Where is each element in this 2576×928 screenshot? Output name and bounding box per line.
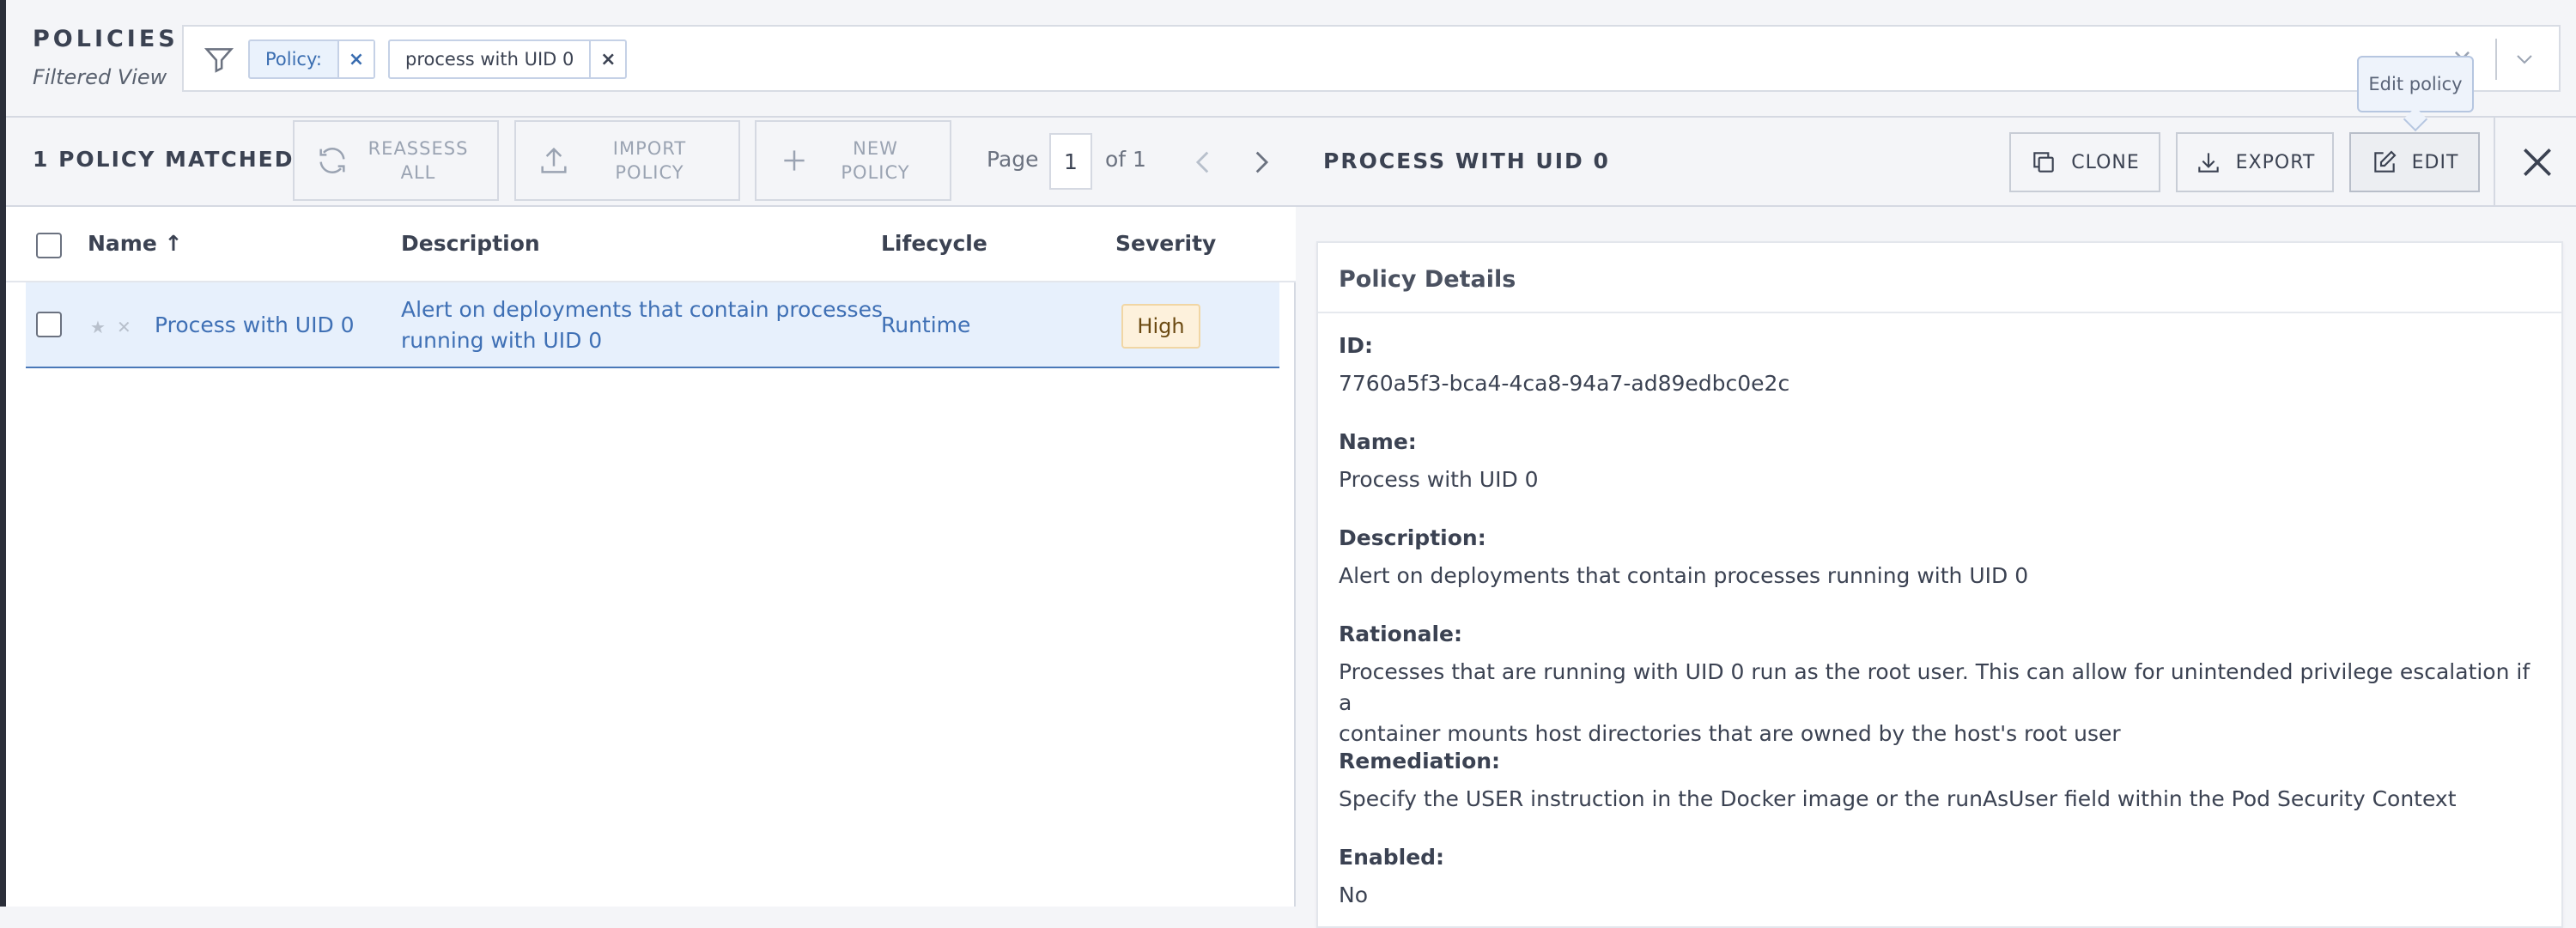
search-divider xyxy=(2495,39,2497,80)
download-icon xyxy=(2197,153,2219,173)
plus-icon xyxy=(784,150,805,171)
row-checkbox[interactable] xyxy=(36,312,62,337)
field-value: Processes that are running with UID 0 ru… xyxy=(1339,657,2541,749)
import-policy-button[interactable]: IMPORT POLICY xyxy=(514,120,740,201)
column-header-name[interactable]: Name ↑ xyxy=(88,231,182,256)
field-value: 7760a5f3-bca4-4ca8-94a7-ad89edbc0e2c xyxy=(1339,371,1790,396)
field-value: Alert on deployments that contain proces… xyxy=(1339,563,2029,588)
new-policy-label: NEW POLICY xyxy=(841,138,910,183)
close-icon[interactable]: ✕ xyxy=(117,317,131,337)
export-button[interactable]: EXPORT xyxy=(2176,132,2334,192)
search-filter-bar[interactable]: Policy: × process with UID 0 × × xyxy=(182,25,2561,92)
field-name: Name: Process with UID 0 xyxy=(1339,427,2541,495)
field-value-line: container mounts host directories that a… xyxy=(1339,721,2121,746)
field-enabled: Enabled: No xyxy=(1339,842,2541,911)
copy-icon xyxy=(2033,152,2054,173)
field-remediation: Remediation: Specify the USER instructio… xyxy=(1339,746,2541,815)
edit-button[interactable]: EDIT xyxy=(2349,132,2480,192)
field-label: Remediation: xyxy=(1339,749,1501,773)
export-label: EXPORT xyxy=(2235,151,2316,173)
page-title: POLICIES xyxy=(33,26,179,52)
column-header-description[interactable]: Description xyxy=(401,231,540,256)
policy-detail-panel: PROCESS WITH UID 0 CLONE EXPORT EDIT Pol… xyxy=(1296,118,2576,928)
chevron-down-icon[interactable] xyxy=(2514,49,2535,70)
detail-header: PROCESS WITH UID 0 CLONE EXPORT EDIT xyxy=(1296,118,2576,207)
table-row[interactable]: ★ ✕ Process with UID 0 Alert on deployme… xyxy=(26,282,1279,368)
field-value-line: Processes that are running with UID 0 ru… xyxy=(1339,659,2530,715)
new-policy-button[interactable]: NEW POLICY xyxy=(755,120,951,201)
page-total: of 1 xyxy=(1105,147,1146,172)
import-policy-label: IMPORT POLICY xyxy=(612,138,687,183)
field-description: Description: Alert on deployments that c… xyxy=(1339,523,2541,591)
filter-chip-label: process with UID 0 xyxy=(405,49,574,70)
policy-description: Alert on deployments that contain proces… xyxy=(401,294,883,356)
policy-details-card: Policy Details ID: 7760a5f3-bca4-4ca8-94… xyxy=(1316,241,2563,928)
filter-icon xyxy=(204,48,234,73)
card-title: Policy Details xyxy=(1318,243,2561,313)
remove-chip-button[interactable]: × xyxy=(589,41,625,77)
field-label: Description: xyxy=(1339,525,1486,550)
policy-name-link[interactable]: Process with UID 0 xyxy=(155,310,355,341)
policy-lifecycle: Runtime xyxy=(881,312,971,337)
app-sidebar-edge xyxy=(0,0,6,907)
app: POLICIES Filtered View Policy: × process… xyxy=(0,0,2576,928)
severity-badge: High xyxy=(1121,304,1200,349)
policy-list-panel: 1 POLICY MATCHED REASSESS ALL IMPORT POL… xyxy=(6,118,1296,907)
filter-chip-policy-key: Policy: × xyxy=(248,39,375,79)
upload-icon xyxy=(541,147,567,173)
remove-chip-button[interactable]: × xyxy=(337,41,374,77)
table-header: Name ↑ Description Lifecycle Severity xyxy=(6,207,1296,282)
field-label: Enabled: xyxy=(1339,845,1445,870)
header-divider xyxy=(2494,118,2495,207)
policy-description-line: running with UID 0 xyxy=(401,328,603,353)
chevron-right-icon[interactable] xyxy=(1246,145,1275,179)
reassess-all-label: REASSESS ALL xyxy=(368,138,469,183)
filter-chip-policy-value: process with UID 0 × xyxy=(388,39,628,79)
refresh-icon xyxy=(319,148,345,173)
field-value: Specify the USER instruction in the Dock… xyxy=(1339,786,2457,811)
edit-icon xyxy=(2373,150,2397,173)
policy-description-line: Alert on deployments that contain proces… xyxy=(401,297,883,322)
column-header-lifecycle[interactable]: Lifecycle xyxy=(881,231,987,256)
reassess-all-button[interactable]: REASSESS ALL xyxy=(293,120,499,201)
edit-label: EDIT xyxy=(2411,151,2459,173)
chevron-left-icon[interactable] xyxy=(1189,145,1218,179)
detail-title: PROCESS WITH UID 0 xyxy=(1323,149,1610,173)
field-value: Process with UID 0 xyxy=(1339,467,1539,492)
page-number-input[interactable]: 1 xyxy=(1049,133,1092,190)
column-header-severity[interactable]: Severity xyxy=(1115,231,1216,256)
field-label: Name: xyxy=(1339,429,1417,454)
matched-count: 1 POLICY MATCHED xyxy=(33,147,295,172)
star-icon[interactable]: ★ xyxy=(90,317,106,337)
close-icon[interactable] xyxy=(2518,143,2556,181)
clone-button[interactable]: CLONE xyxy=(2009,132,2160,192)
clone-label: CLONE xyxy=(2071,151,2140,173)
field-rationale: Rationale: Processes that are running wi… xyxy=(1339,619,2541,749)
list-toolbar: 1 POLICY MATCHED REASSESS ALL IMPORT POL… xyxy=(6,118,1296,207)
page-label: Page xyxy=(987,147,1039,172)
select-all-checkbox[interactable] xyxy=(36,233,62,258)
page-subtitle: Filtered View xyxy=(33,65,167,89)
page-header: POLICIES Filtered View Policy: × process… xyxy=(6,0,2576,118)
edit-policy-tooltip: Edit policy xyxy=(2357,56,2474,112)
field-label: ID: xyxy=(1339,333,1374,358)
field-id: ID: 7760a5f3-bca4-4ca8-94a7-ad89edbc0e2c xyxy=(1339,331,2541,399)
field-label: Rationale: xyxy=(1339,622,1463,646)
filter-chip-label: Policy: xyxy=(265,49,322,70)
